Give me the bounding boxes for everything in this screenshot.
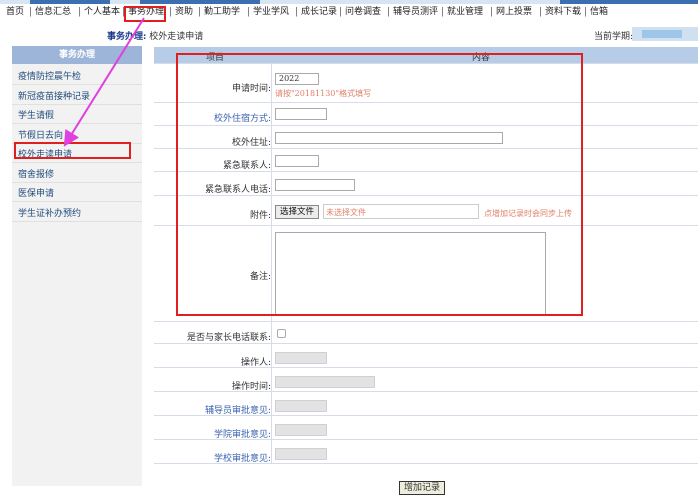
row-divider bbox=[154, 391, 698, 392]
nav-separator: | bbox=[247, 7, 251, 17]
nav-item[interactable]: 网上投票 bbox=[496, 4, 532, 20]
nav-item[interactable]: 信息汇总 bbox=[35, 4, 71, 20]
nav-item[interactable]: 个人基本 bbox=[84, 4, 120, 20]
nav-separator: | bbox=[29, 7, 33, 17]
sidebar-divider bbox=[12, 123, 142, 124]
sidebar-item[interactable]: 学生请假 bbox=[18, 108, 54, 121]
nav-separator: | bbox=[339, 7, 343, 17]
top-nav: 首页 | 信息汇总 | 个人基本 | 事务办理 | 资助 | 勤工助学 | 学业学风 | 成长记录 | 问卷调查… bbox=[0, 4, 698, 22]
operator-input bbox=[275, 352, 327, 364]
row-divider bbox=[154, 463, 698, 464]
nav-item[interactable]: 问卷调查 bbox=[345, 4, 381, 20]
row-divider bbox=[154, 321, 698, 322]
nav-item[interactable]: 辅导员测评 bbox=[393, 4, 438, 20]
breadcrumb: 事务办理: 校外走读申请 bbox=[107, 29, 203, 42]
parent-contact-checkbox[interactable] bbox=[277, 329, 286, 338]
sidebar-divider bbox=[12, 103, 142, 105]
row-divider bbox=[154, 415, 698, 416]
sidebar-divider bbox=[12, 201, 142, 202]
breadcrumb-section: 事务办理: bbox=[107, 32, 147, 42]
nav-separator: | bbox=[441, 7, 445, 17]
parent-contact-label: 是否与家长电话联系: bbox=[186, 333, 271, 343]
nav-separator: | bbox=[539, 7, 543, 17]
sidebar-item[interactable]: 新冠疫苗接种记录 bbox=[18, 89, 90, 102]
nav-active-highlight bbox=[124, 6, 166, 22]
term-label: 当前学期: bbox=[594, 32, 634, 42]
nav-item[interactable]: 就业管理 bbox=[447, 4, 483, 20]
term-select[interactable] bbox=[632, 27, 698, 41]
nav-item[interactable]: 成长记录 bbox=[301, 4, 337, 20]
sidebar-item[interactable]: 节假日去向 bbox=[18, 128, 63, 141]
nav-separator: | bbox=[198, 7, 202, 17]
row-divider bbox=[154, 367, 698, 368]
nav-item[interactable]: 勤工助学 bbox=[204, 4, 240, 20]
sidebar-divider bbox=[12, 162, 142, 163]
sidebar-divider bbox=[12, 84, 142, 85]
college-opinion-input bbox=[275, 424, 327, 436]
nav-item[interactable]: 信箱 bbox=[590, 4, 608, 20]
nav-item[interactable]: 资助 bbox=[175, 4, 193, 20]
counselor-opinion-input bbox=[275, 400, 327, 412]
sidebar-item[interactable]: 学生证补办预约 bbox=[18, 206, 81, 219]
row-divider bbox=[154, 343, 698, 344]
row-divider bbox=[154, 439, 698, 440]
operate-time-input bbox=[275, 376, 375, 388]
sidebar-selected-highlight bbox=[14, 142, 131, 159]
term-value-redacted bbox=[642, 30, 682, 38]
school-opinion-input bbox=[275, 448, 327, 460]
nav-separator: | bbox=[584, 7, 588, 17]
nav-separator: | bbox=[295, 7, 299, 17]
sidebar: 事务办理 疫情防控晨午检 新冠疫苗接种记录 学生请假 节假日去向 校外走读申请 宿舍报修医… bbox=[12, 46, 142, 486]
nav-separator: | bbox=[387, 7, 391, 17]
sidebar-title: 事务办理 bbox=[12, 46, 142, 64]
nav-item[interactable]: 首页 bbox=[6, 4, 24, 20]
nav-item[interactable]: 学业学风 bbox=[253, 4, 289, 20]
nav-item[interactable]: 资料下载 bbox=[545, 4, 581, 20]
sidebar-divider bbox=[12, 181, 142, 183]
form-highlight-frame bbox=[176, 53, 583, 316]
nav-separator: | bbox=[490, 7, 494, 17]
sidebar-item[interactable]: 医保申请 bbox=[18, 186, 54, 199]
sidebar-item[interactable]: 宿舍报修 bbox=[18, 167, 54, 180]
breadcrumb-page: 校外走读申请 bbox=[149, 32, 204, 42]
nav-separator: | bbox=[169, 7, 173, 17]
sidebar-item[interactable]: 疫情防控晨午检 bbox=[18, 69, 81, 82]
sidebar-divider bbox=[12, 220, 142, 222]
nav-separator: | bbox=[78, 7, 82, 17]
